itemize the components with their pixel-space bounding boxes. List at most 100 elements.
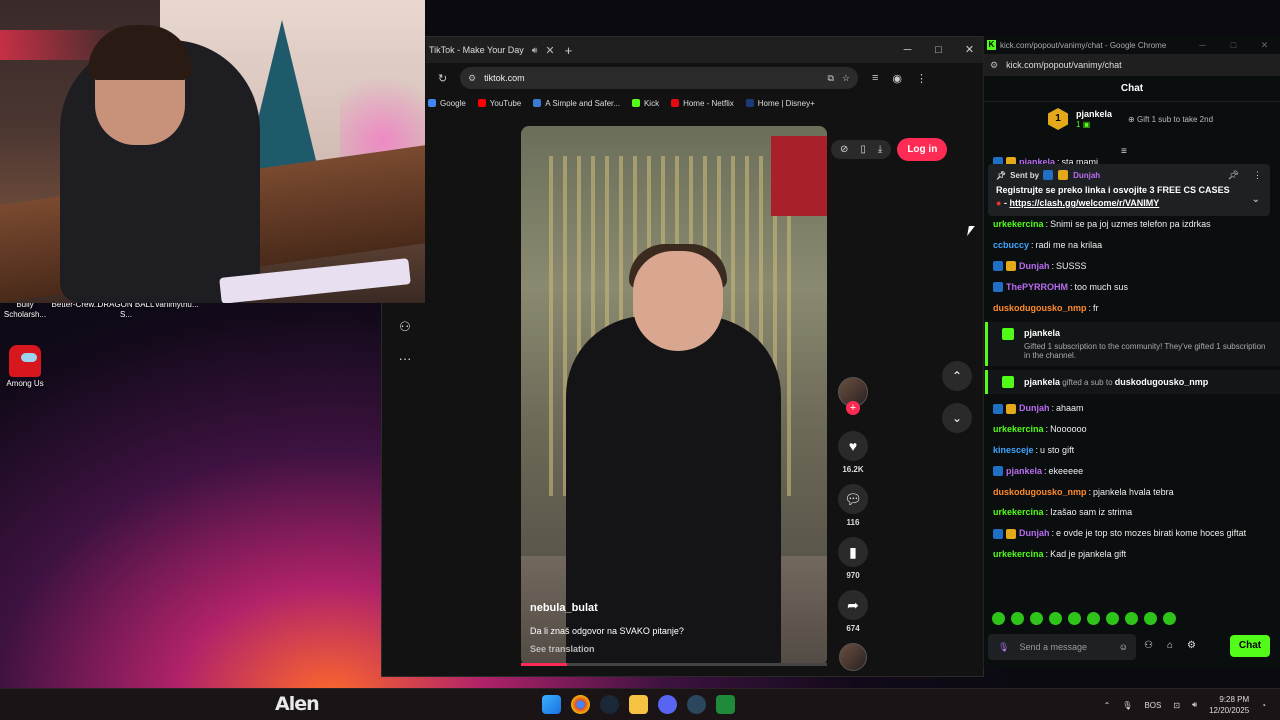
chat-username[interactable]: ThePYRROHM xyxy=(1006,277,1068,298)
site-info-icon[interactable]: ⚙ xyxy=(990,60,998,71)
follow-button[interactable]: + xyxy=(846,401,860,415)
pinned-menu-icon[interactable]: ⋮ xyxy=(1253,170,1262,181)
chat-username[interactable]: Dunjah xyxy=(1019,398,1050,419)
gift-hint[interactable]: ⊕ Gift 1 sub to take 2nd xyxy=(1128,115,1213,124)
microphone-icon[interactable]: 🎙︎ xyxy=(998,642,1009,653)
comment-icon[interactable]: 💬︎ xyxy=(838,484,868,514)
video-player[interactable] xyxy=(521,126,827,666)
see-translation-link[interactable]: See translation xyxy=(530,644,595,654)
profile-nav-icon[interactable]: ⚇ xyxy=(399,319,411,335)
minimize-button[interactable]: ─ xyxy=(892,37,923,63)
clock[interactable]: 9:28 PM 12/20/2025 xyxy=(1209,694,1249,716)
speaker-icon[interactable]: 🔊︎ xyxy=(532,45,538,56)
notification-icon[interactable]: ◔ xyxy=(1261,701,1266,710)
bookmark-netflix[interactable]: Home - Netflix xyxy=(671,99,734,108)
unpin-icon[interactable]: 📌︎ xyxy=(1228,170,1239,181)
bookmark-simple[interactable]: A Simple and Safer... xyxy=(533,99,620,108)
microphone-tray-icon[interactable]: 🎙︎ xyxy=(1122,701,1132,710)
send-chat-button[interactable]: Chat xyxy=(1230,635,1270,657)
close-window-button[interactable]: ✕ xyxy=(954,37,985,63)
next-video-button[interactable]: ⌄ xyxy=(942,403,972,433)
install-app-icon[interactable]: ⧉ xyxy=(827,73,833,84)
file-explorer-icon[interactable] xyxy=(629,695,648,714)
chevron-up-icon[interactable]: ⌃ xyxy=(1104,701,1111,710)
video-author[interactable]: nebula_bulat xyxy=(530,602,598,614)
kick-close-button[interactable]: ✕ xyxy=(1249,40,1280,51)
bookmark-star-icon[interactable]: ☆ xyxy=(842,73,850,84)
emote-icon[interactable] xyxy=(1068,612,1081,625)
emote-icon[interactable] xyxy=(1087,612,1100,625)
gift-recipient[interactable]: duskodugousko_nmp xyxy=(1115,377,1209,387)
discord-icon[interactable] xyxy=(658,695,677,714)
menu-icon[interactable]: ⋮ xyxy=(916,72,927,85)
bookmark-icon[interactable]: ▮ xyxy=(838,537,868,567)
mobile-icon[interactable]: ▯ xyxy=(860,144,866,155)
new-tab-button[interactable]: + xyxy=(565,43,573,58)
share-icon[interactable]: ➦ xyxy=(838,590,868,620)
steam-alt-icon[interactable] xyxy=(687,695,706,714)
address-bar[interactable]: ⚙ tiktok.com ⧉ ☆ xyxy=(460,67,858,89)
tab-tiktok[interactable]: TikTok - Make Your Day 🔊︎ ✕ xyxy=(426,37,555,63)
kick-minimize-button[interactable]: ─ xyxy=(1187,40,1218,51)
chat-username[interactable]: pjankela xyxy=(1006,461,1042,482)
profile-icon[interactable]: ◉ xyxy=(892,72,902,85)
download-icon[interactable]: ⤓ xyxy=(878,144,882,155)
desktop-icon-among-us[interactable]: Among Us xyxy=(0,345,55,389)
emote-icon[interactable] xyxy=(1106,612,1119,625)
gifter-name[interactable]: pjankela xyxy=(1024,328,1273,338)
chat-username[interactable]: kinesceje xyxy=(993,440,1034,461)
users-icon[interactable]: ⚇ xyxy=(1144,640,1153,651)
kick-maximize-button[interactable]: □ xyxy=(1218,40,1249,51)
chat-username[interactable]: duskodugousko_nmp xyxy=(993,298,1087,319)
network-icon[interactable]: ⊡ xyxy=(1173,701,1180,710)
heart-icon[interactable]: ♥ xyxy=(838,431,868,461)
previous-video-button[interactable]: ⌃ xyxy=(942,361,972,391)
gifter-name[interactable]: pjankela xyxy=(1024,377,1060,387)
leader-name[interactable]: pjankela xyxy=(1076,109,1112,120)
steam-icon[interactable] xyxy=(600,695,619,714)
chrome-icon[interactable] xyxy=(571,695,590,714)
volume-icon[interactable]: 🔊︎ xyxy=(1192,700,1197,710)
emoji-icon[interactable]: ☺ xyxy=(1119,642,1128,652)
app-icon[interactable] xyxy=(716,695,735,714)
chat-username[interactable]: urkekercina xyxy=(993,502,1044,523)
pinned-link[interactable]: https://clash.gg/welcome/r/VANIMY xyxy=(1009,198,1159,208)
chevron-down-icon[interactable]: ⌄ xyxy=(1252,194,1260,205)
bookmark-disney[interactable]: Home | Disney+ xyxy=(745,99,815,108)
pinned-sender-name[interactable]: Dunjah xyxy=(1073,171,1100,180)
chat-username[interactable]: ccbuccy xyxy=(993,235,1029,256)
windows-start-icon[interactable] xyxy=(542,695,561,714)
chat-username[interactable]: duskodugousko_nmp xyxy=(993,482,1087,503)
kick-address-bar[interactable]: ⚙ kick.com/popout/vanimy/chat xyxy=(984,54,1280,76)
emote-icon[interactable] xyxy=(1030,612,1043,625)
bookmark-google[interactable]: Google xyxy=(428,99,466,108)
more-icon[interactable]: ··· xyxy=(399,351,412,366)
settings-icon[interactable]: ⚙ xyxy=(1187,640,1196,651)
chat-username[interactable]: Dunjah xyxy=(1019,256,1050,277)
emote-icon[interactable] xyxy=(1011,612,1024,625)
bookmark-kick[interactable]: Kick xyxy=(631,99,659,108)
site-info-icon[interactable]: ⚙ xyxy=(468,73,476,84)
bookmark-youtube[interactable]: YouTube xyxy=(477,99,521,108)
media-controls-icon[interactable]: ≡ xyxy=(872,72,878,85)
language-indicator[interactable]: BOS xyxy=(1144,701,1161,710)
chat-username[interactable]: urkekercina xyxy=(993,214,1044,235)
chat-username[interactable]: Dunjah xyxy=(1019,523,1050,544)
coin-icon[interactable]: ⊘ xyxy=(840,144,848,155)
chat-input[interactable]: 🎙︎ Send a message ☺ xyxy=(988,634,1136,660)
chat-username[interactable]: urkekercina xyxy=(993,419,1044,440)
emote-icon[interactable] xyxy=(992,612,1005,625)
emote-icon[interactable] xyxy=(1125,612,1138,625)
emote-icon[interactable] xyxy=(1144,612,1157,625)
emote-icon[interactable] xyxy=(1049,612,1062,625)
reload-icon[interactable]: ↻ xyxy=(438,72,447,85)
chat-username[interactable]: urkekercina xyxy=(993,544,1044,565)
login-button[interactable]: Log in xyxy=(897,137,948,161)
gift-card-text: Gifted 1 subscription to the community! … xyxy=(1024,342,1266,361)
emote-icon[interactable] xyxy=(1163,612,1176,625)
maximize-button[interactable]: □ xyxy=(923,37,954,63)
sound-avatar[interactable] xyxy=(839,643,867,671)
close-tab-icon[interactable]: ✕ xyxy=(545,44,554,57)
video-progress[interactable] xyxy=(521,663,827,666)
store-icon[interactable]: ⌂ xyxy=(1167,640,1173,651)
